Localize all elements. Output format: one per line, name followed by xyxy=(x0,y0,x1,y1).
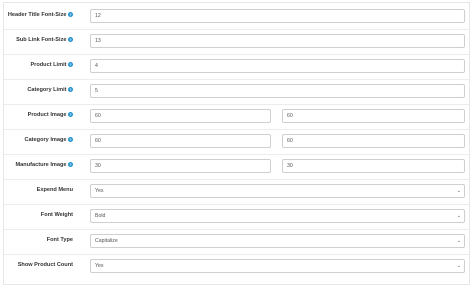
product-limit-input[interactable]: 4 xyxy=(90,59,465,73)
help-icon[interactable]: ? xyxy=(68,137,73,143)
help-icon[interactable]: ? xyxy=(68,162,73,168)
category-image-height-input[interactable]: 60 xyxy=(282,134,465,148)
select-value: Bold xyxy=(95,213,106,219)
row-category-limit: Category Limit? 5 xyxy=(4,80,469,105)
row-font-weight: Font Weight Bold ⌄ xyxy=(4,205,469,230)
select-value: Yes xyxy=(95,188,104,194)
show-product-count-select[interactable]: Yes ⌄ xyxy=(90,259,465,273)
row-category-image: Category Image? 60 60 xyxy=(4,130,469,155)
help-icon[interactable]: ? xyxy=(68,87,73,93)
product-image-width-input[interactable]: 60 xyxy=(90,109,271,123)
chevron-down-icon: ⌄ xyxy=(456,213,461,219)
field-label: Sub Link Font-Size xyxy=(16,37,67,43)
field-label: Expend Menu xyxy=(36,187,73,193)
category-limit-input[interactable]: 5 xyxy=(90,84,465,98)
row-font-type: Font Type Capitalize ⌄ xyxy=(4,230,469,255)
chevron-down-icon: ⌄ xyxy=(456,188,461,194)
chevron-down-icon: ⌄ xyxy=(456,263,461,269)
manufacture-image-height-input[interactable]: 30 xyxy=(282,159,465,173)
field-label: Font Weight xyxy=(40,212,73,218)
field-label: Product Limit xyxy=(30,62,67,68)
settings-form: Header Title Font-Size? 12 Sub Link Font… xyxy=(3,2,470,285)
field-label: Manufacture Image xyxy=(15,162,67,168)
field-label: Category Image xyxy=(24,137,67,143)
field-label: Category Limit xyxy=(27,87,67,93)
select-value: Yes xyxy=(95,263,104,269)
row-show-product-count: Show Product Count Yes ⌄ xyxy=(4,255,469,280)
expend-menu-select[interactable]: Yes ⌄ xyxy=(90,184,465,198)
field-label: Font Type xyxy=(46,237,73,243)
sub-link-font-size-input[interactable]: 13 xyxy=(90,34,465,48)
field-label: Header Title Font-Size xyxy=(7,12,67,18)
row-expend-menu: Expend Menu Yes ⌄ xyxy=(4,180,469,205)
row-product-image: Product Image? 60 60 xyxy=(4,105,469,130)
help-icon[interactable]: ? xyxy=(68,12,73,18)
product-image-height-input[interactable]: 60 xyxy=(282,109,465,123)
manufacture-image-width-input[interactable]: 30 xyxy=(90,159,271,173)
help-icon[interactable]: ? xyxy=(68,62,73,68)
field-label: Product Image xyxy=(27,112,67,118)
chevron-down-icon: ⌄ xyxy=(456,238,461,244)
select-value: Capitalize xyxy=(95,238,118,244)
category-image-width-input[interactable]: 60 xyxy=(90,134,271,148)
field-label: Show Product Count xyxy=(17,262,73,268)
row-sub-link-font-size: Sub Link Font-Size? 13 xyxy=(4,30,469,55)
help-icon[interactable]: ? xyxy=(68,37,73,43)
row-product-limit: Product Limit? 4 xyxy=(4,55,469,80)
row-header-title-font-size: Header Title Font-Size? 12 xyxy=(4,5,469,30)
row-manufacture-image: Manufacture Image? 30 30 xyxy=(4,155,469,180)
font-weight-select[interactable]: Bold ⌄ xyxy=(90,209,465,223)
header-title-font-size-input[interactable]: 12 xyxy=(90,9,465,23)
help-icon[interactable]: ? xyxy=(68,112,73,118)
font-type-select[interactable]: Capitalize ⌄ xyxy=(90,234,465,248)
